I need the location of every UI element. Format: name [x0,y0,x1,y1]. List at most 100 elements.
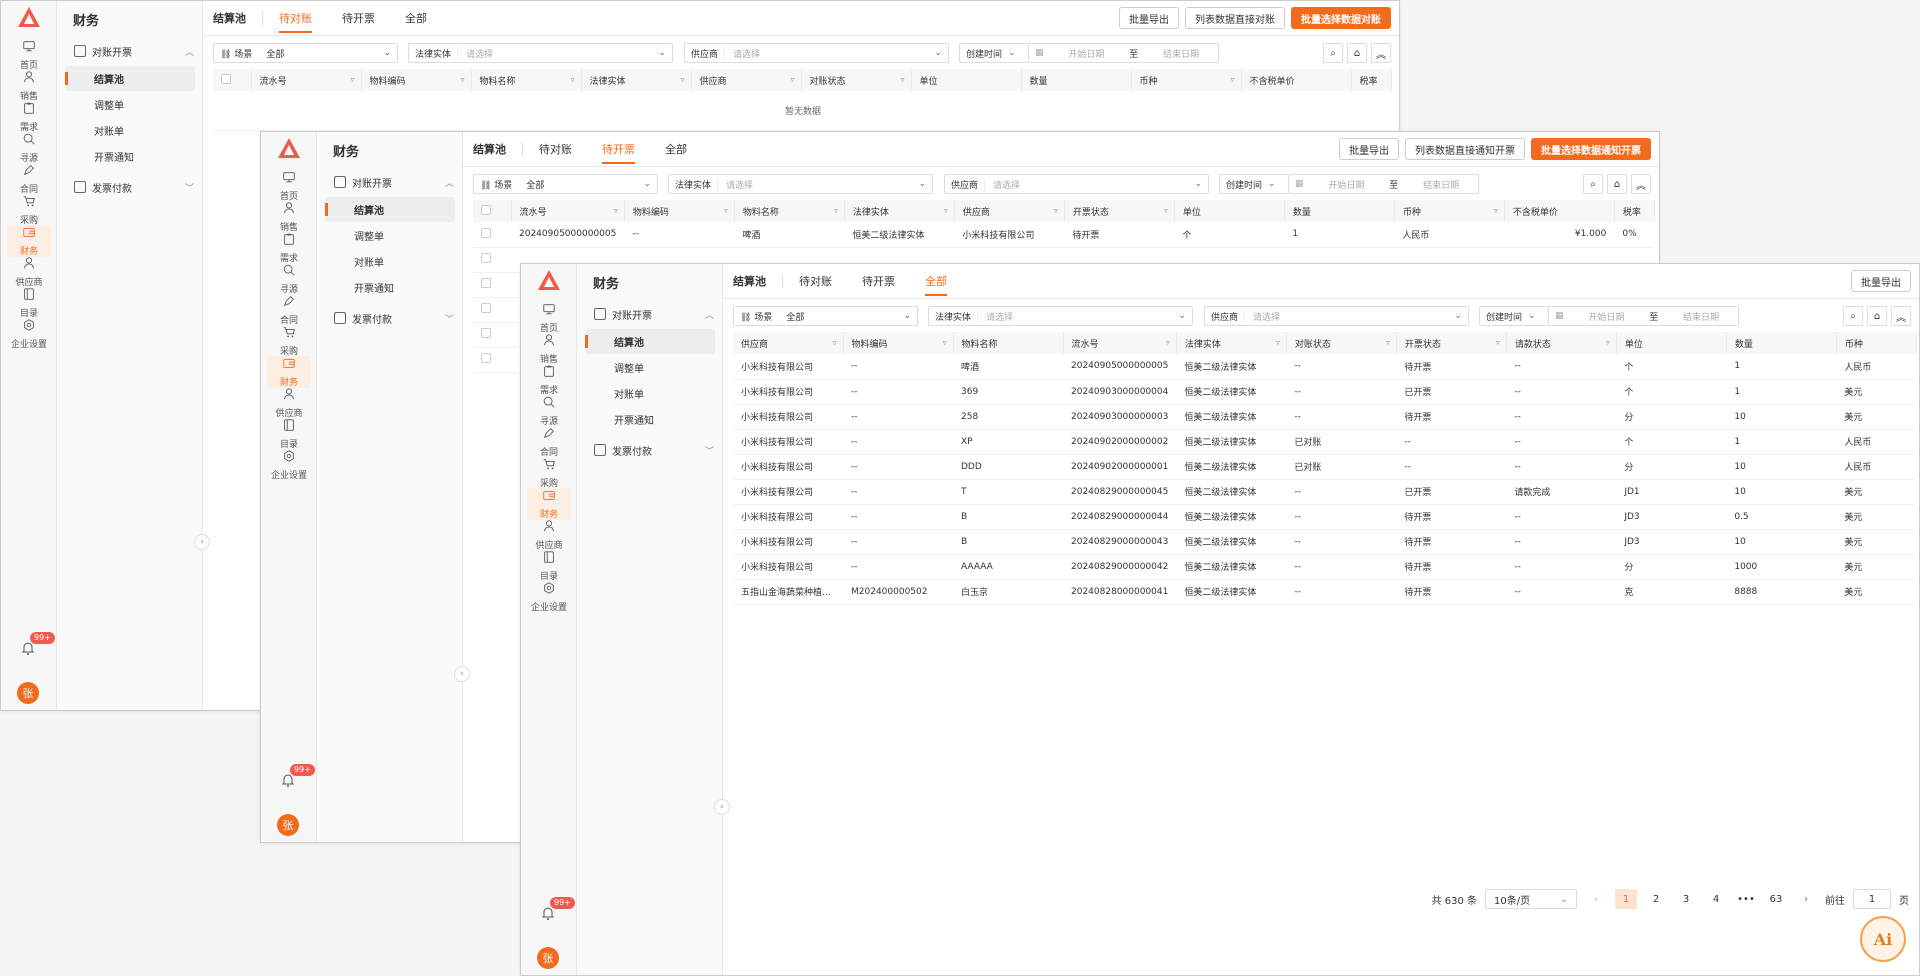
filter-icon[interactable]: ▿ [1054,206,1058,215]
checkbox[interactable] [481,253,491,263]
rail-item-monitor[interactable]: 首页 [7,39,51,71]
column-header[interactable]: 数量 [1284,200,1395,222]
column-header[interactable]: 物料名称 [953,332,1064,354]
page-button[interactable]: 2 [1645,889,1667,909]
column-header[interactable]: 法律实体 ▿ [581,69,692,91]
action-button-0[interactable]: 批量导出 [1339,138,1399,160]
clear-icon[interactable]: ⌂ [1347,43,1367,63]
table-row[interactable]: 小米科技有限公司 -- 258 20240903000000003 恒美二级法律实体 --… [733,404,1917,430]
table-row[interactable]: 小米科技有限公司 -- T 20240829000000045 恒美二级法律实体 -- 已开… [733,479,1917,505]
checkbox[interactable] [481,204,491,215]
rail-item-catalog[interactable]: 目录 [527,550,571,582]
table-row[interactable]: 五指山金海蔬菜种植... M202400000502 白玉京 202408280000… [733,579,1917,605]
rail-item-settings[interactable]: 企业设置 [527,581,571,613]
collapse-up-icon[interactable]: ︽ [1891,306,1911,326]
user-avatar[interactable]: 张 [537,947,559,969]
table-row[interactable]: 小米科技有限公司 -- XP 20240902000000002 恒美二级法律实体 已对账… [733,429,1917,455]
rail-item-catalog[interactable]: 目录 [7,287,51,319]
filter-icon[interactable]: ▿ [944,206,948,215]
action-button-2[interactable]: 批量选择数据通知开票 [1531,138,1651,160]
filter-icon[interactable]: ▿ [1164,206,1168,215]
rail-item-wallet[interactable]: 财务 [7,225,51,257]
row-checkbox-cell[interactable] [473,347,511,373]
search-icon[interactable]: ⌕ [1323,43,1343,63]
search-icon[interactable]: ⌕ [1583,174,1603,194]
row-checkbox-cell[interactable] [473,247,511,273]
table-row[interactable]: 小米科技有限公司 -- AAAAA 20240829000000042 恒美二级法律实体… [733,554,1917,580]
supplier-select[interactable]: 供应商 请选择 ⌄ [684,43,949,63]
rail-item-pen[interactable]: 合同 [527,426,571,458]
rail-item-supplier[interactable]: 供应商 [267,387,311,419]
nav-group-invoice-payment[interactable]: 发票付款 ﹀ [334,308,454,328]
search-icon[interactable]: ⌕ [1843,306,1863,326]
column-header[interactable]: 数量 [1021,69,1132,91]
table-row[interactable]: 20240905000000005 -- 啤酒 恒美二级法律实体 小米科技有限公司 待开票… [473,222,1655,248]
nav-group-reconcile-invoice[interactable]: 对账开票 ︿ [334,172,454,192]
column-header[interactable]: 开票状态 ▿ [1064,200,1175,222]
filter-icon[interactable]: ▿ [724,206,728,215]
column-header[interactable]: 法律实体 ▿ [1176,332,1287,354]
user-avatar[interactable]: 张 [17,682,39,704]
rail-item-clipboard[interactable]: 需求 [7,101,51,133]
clear-icon[interactable]: ⌂ [1867,306,1887,326]
column-header[interactable]: 物料名称 ▿ [471,69,582,91]
scene-select[interactable]: ⛓ 场景 全部 ⌄ [733,306,918,326]
legal-entity-select[interactable]: 法律实体 请选择 ⌄ [408,43,673,63]
subnav-item-1[interactable]: 调整单 [585,355,715,380]
row-checkbox-cell[interactable] [473,297,511,323]
rail-item-clipboard[interactable]: 需求 [267,232,311,264]
created-time-select[interactable]: 创建时间 ⌄ [1219,174,1289,194]
tab-1[interactable]: 待对账 [539,132,572,166]
column-header[interactable]: 对账状态 ▿ [1286,332,1397,354]
page-button[interactable]: ••• [1735,889,1757,909]
filter-icon[interactable]: ▿ [1494,206,1498,215]
rail-item-settings[interactable]: 企业设置 [7,318,51,350]
column-header[interactable]: 数量 [1726,332,1837,354]
tab-2[interactable]: 待开票 [602,132,635,166]
tab-1[interactable]: 待对账 [279,1,312,35]
checkbox[interactable] [481,227,491,238]
subnav-item-2[interactable]: 对账单 [65,118,195,143]
subnav-item-0[interactable]: 结算池 [325,197,455,222]
column-header[interactable]: 流水号 ▿ [251,69,362,91]
column-header[interactable]: 不含税单价 [1504,200,1615,222]
row-checkbox-cell[interactable] [473,272,511,298]
column-header[interactable]: 物料名称 ▿ [734,200,845,222]
table-row[interactable]: 小米科技有限公司 -- B 20240829000000044 恒美二级法律实体 -- 待开… [733,504,1917,530]
supplier-select[interactable]: 供应商 请选择 ⌄ [1204,306,1469,326]
filter-icon[interactable]: ▿ [1606,338,1610,347]
column-header[interactable]: 供应商 ▿ [733,332,844,354]
subnav-item-1[interactable]: 调整单 [65,92,195,117]
column-header[interactable]: 税率 [1351,69,1392,91]
column-header[interactable]: 开票状态 ▿ [1396,332,1507,354]
filter-icon[interactable]: ▿ [350,75,354,84]
tab-0[interactable]: 结算池 [473,132,506,166]
checkbox[interactable] [221,73,231,84]
tab-2[interactable]: 待开票 [862,264,895,298]
column-header[interactable]: 单位 [1616,332,1727,354]
row-checkbox-cell[interactable] [473,222,511,248]
nav-group-reconcile-invoice[interactable]: 对账开票 ︿ [74,41,194,61]
rail-item-wallet[interactable]: 财务 [267,356,311,388]
nav-group-invoice-payment[interactable]: 发票付款 ﹀ [594,440,714,460]
collapse-up-icon[interactable]: ︽ [1371,43,1391,63]
rail-item-catalog[interactable]: 目录 [267,418,311,450]
tab-0[interactable]: 结算池 [213,1,246,35]
column-header[interactable]: 物料编码 ▿ [624,200,735,222]
column-header[interactable]: 币种 ▿ [1131,69,1242,91]
subnav-item-0[interactable]: 结算池 [65,66,195,91]
rail-item-person[interactable]: 销售 [7,70,51,102]
column-header[interactable]: 物料编码 ▿ [361,69,472,91]
column-header[interactable]: 流水号 ▿ [1063,332,1177,354]
supplier-select[interactable]: 供应商 请选择 ⌄ [944,174,1209,194]
date-range-picker[interactable]: ▦ 开始日期 至 结束日期 [1549,306,1739,326]
filter-icon[interactable]: ▿ [1386,338,1390,347]
filter-icon[interactable]: ▿ [1230,75,1234,84]
column-header[interactable]: 单位 [1174,200,1285,222]
subnav-item-3[interactable]: 开票通知 [585,407,715,432]
rail-item-clipboard[interactable]: 需求 [527,364,571,396]
row-checkbox-cell[interactable] [473,322,511,348]
action-button-1[interactable]: 列表数据直接通知开票 [1405,138,1525,160]
column-header[interactable]: 币种 ▿ [1394,200,1505,222]
rail-item-cart[interactable]: 采购 [7,194,51,226]
